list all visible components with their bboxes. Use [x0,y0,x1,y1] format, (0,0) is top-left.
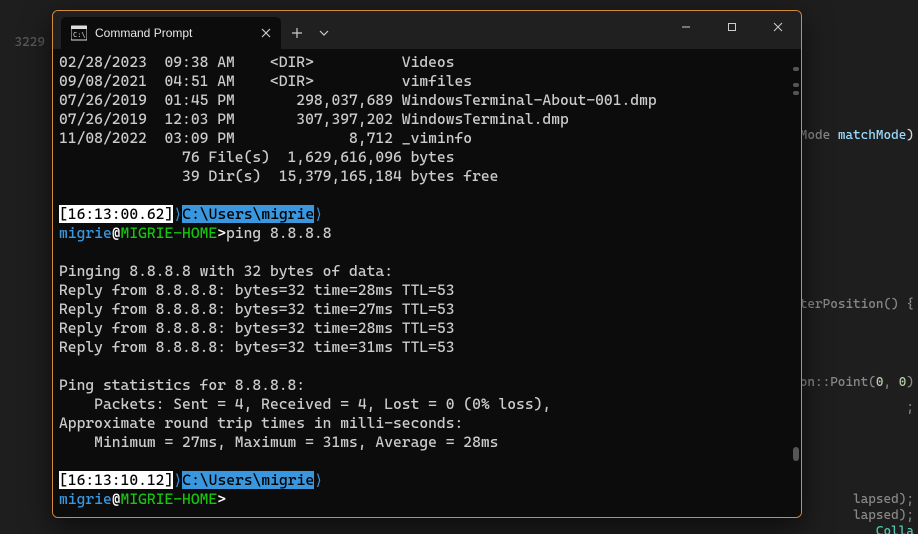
close-button[interactable] [755,11,801,43]
output-line: Reply from 8.8.8.8: bytes=32 time=28ms T… [59,319,455,337]
output-line: 02/28/2023 09:38 AM <DIR> Videos [59,53,455,71]
powerline-sep-icon: ⟩ [314,471,323,489]
scrollbar-thumb[interactable] [793,447,799,461]
tab-close-button[interactable] [257,24,275,42]
output-line: Minimum = 27ms, Maximum = 31ms, Average … [59,433,498,451]
prompt-host: MIGRIE-HOME [121,224,218,242]
window-controls [663,11,801,43]
prompt-line2: migrie@MIGRIE-HOME>ping 8.8.8.8 [59,224,331,242]
bg-fragment: interPosition() { [785,297,915,312]
line-number: 3229 [0,34,45,51]
prompt-time: [16:13:10.12] [59,471,173,489]
terminal-output[interactable]: 02/28/2023 09:38 AM <DIR> Videos 09/08/2… [53,49,801,517]
output-line: 07/26/2019 01:45 PM 298,037,689 WindowsT… [59,91,657,109]
svg-text:C:\: C:\ [73,31,86,39]
output-line: Reply from 8.8.8.8: bytes=32 time=28ms T… [59,281,455,299]
bg-fragment: Colla [876,524,914,534]
output-line: Approximate round trip times in milli-se… [59,414,463,432]
scrollbar-mark[interactable] [793,83,799,87]
output-line: 07/26/2019 12:03 PM 307,397,202 WindowsT… [59,110,569,128]
output-line: Reply from 8.8.8.8: bytes=32 time=27ms T… [59,300,455,318]
output-line: Pinging 8.8.8.8 with 32 bytes of data: [59,262,393,280]
entered-command: ping 8.8.8.8 [226,224,331,242]
output-line: 39 Dir(s) 15,379,165,184 bytes free [59,167,498,185]
tab-title: Command Prompt [95,26,249,40]
prompt-user: migrie [59,490,112,508]
bg-fragment: lapsed); [853,492,914,507]
prompt-time: [16:13:00.62] [59,205,173,223]
prompt-host: MIGRIE-HOME [121,490,218,508]
new-tab-button[interactable] [281,17,313,49]
prompt-line: [16:13:10.12]⟩C:\Users\migrie⟩ [59,471,323,489]
prompt-path: C:\Users\migrie [182,471,314,489]
minimize-button[interactable] [663,11,709,43]
prompt-line: [16:13:00.62]⟩C:\Users\migrie⟩ [59,205,323,223]
powerline-sep-icon: ⟩ [173,471,182,489]
tab-dropdown-button[interactable] [313,17,335,49]
output-line: Reply from 8.8.8.8: bytes=32 time=31ms T… [59,338,455,356]
bg-fragment: lapsed); [853,508,914,523]
output-line: Ping statistics for 8.8.8.8: [59,376,305,394]
scrollbar-mark[interactable] [793,67,799,71]
scrollbar-mark[interactable] [793,91,799,95]
bg-fragment: ; [906,400,914,415]
cmd-icon: C:\ [71,25,87,41]
output-line: Packets: Sent = 4, Received = 4, Lost = … [59,395,551,413]
tab-active[interactable]: C:\ Command Prompt [61,17,281,49]
powerline-sep-icon: ⟩ [314,205,323,223]
prompt-user: migrie [59,224,112,242]
titlebar[interactable]: C:\ Command Prompt [53,11,801,49]
prompt-line2: migrie@MIGRIE-HOME> [59,490,226,508]
output-line: 76 File(s) 1,629,616,096 bytes [59,148,455,166]
editor-gutter: 3229 [0,0,55,85]
output-line: 09/08/2021 04:51 AM <DIR> vimfiles [59,72,472,90]
powerline-sep-icon: ⟩ [173,205,182,223]
terminal-window: C:\ Command Prompt 02/28/2023 [52,10,802,518]
output-line: 11/08/2022 03:09 PM 8,712 _viminfo [59,129,472,147]
maximize-button[interactable] [709,11,755,43]
prompt-path: C:\Users\migrie [182,205,314,223]
